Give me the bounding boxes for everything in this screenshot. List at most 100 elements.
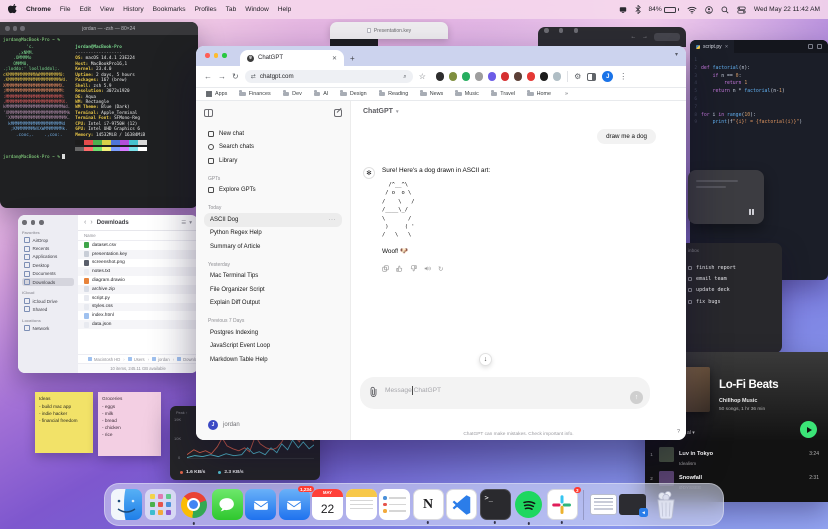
extension-icon[interactable] [527,72,536,81]
dock-calendar-icon[interactable]: MAY 22 [312,489,343,520]
chat-history-item[interactable]: Markdown Table Help [204,353,342,367]
chat-history-item[interactable]: Explain Diff Output [204,297,342,311]
compose-icon[interactable] [334,109,342,117]
menu-item[interactable]: Profiles [195,6,217,13]
dock-chrome-icon[interactable] [178,489,209,520]
editor-code-area[interactable]: 1 2def factorial(n): 3 if n == 0: 4 retu… [690,53,828,127]
dock-reminders-icon[interactable] [379,489,410,520]
finder-sidebar-item[interactable]: Desktop [22,261,74,269]
sort-dropdown[interactable]: al ▾ [687,430,695,436]
extension-icon[interactable] [501,72,510,81]
dock-spotify-icon[interactable] [513,489,544,520]
battery-indicator[interactable]: 84% [649,6,679,13]
finder-sidebar-item[interactable]: Shared [22,305,74,313]
nav-arrows-icon[interactable]: ← → [630,34,650,40]
bookmark-folder[interactable]: Reading [379,91,409,97]
sidebar-item-search-chats[interactable]: Search chats [204,141,342,155]
finder-sidebar-item[interactable]: Applications [22,253,74,261]
bookmarks-overflow[interactable]: » [565,91,568,97]
message-composer[interactable]: Message ChatGPT ↑ [360,377,650,409]
bluetooth-icon[interactable] [635,5,641,14]
search-icon[interactable]: ⌕ [403,73,406,81]
todo-window[interactable]: inbox finish reportemail teamupdate deck… [680,243,782,353]
terminal-titlebar[interactable]: jordan — -zsh — 80×24 [0,22,198,35]
apps-shortcut[interactable]: Apps [206,91,227,97]
bookmark-folder[interactable]: Music [455,91,479,97]
extension-icon[interactable] [488,72,497,81]
settings-gear-icon[interactable]: ⚙ [574,72,581,81]
chrome-window[interactable]: ✻ ChatGPT ✕ + ▾ ← → ↻ ⇄ chatgpt.com ⌕ ☆ … [196,46,686,440]
dock-slack-icon[interactable]: 3 [547,489,578,520]
sidebar-item-new-chat[interactable]: New chat [204,127,342,141]
menu-item[interactable]: Window [245,6,268,13]
thumbs-down-icon[interactable] [410,265,417,272]
finder-window[interactable]: Favorites AirDropRecentsApplicationsDesk… [18,215,198,373]
bookmark-folder[interactable]: Dev [283,91,302,97]
side-panel-icon[interactable] [587,73,596,81]
sidebar-item-library[interactable]: Library [204,154,342,168]
dock-vscode-icon[interactable] [446,489,477,520]
new-tab-button[interactable]: + [350,54,355,63]
forward-icon[interactable]: → [218,72,226,81]
site-info-icon[interactable]: ⇄ [251,73,256,80]
menu-item[interactable]: View [100,6,114,13]
wifi-icon[interactable] [687,6,697,14]
menu-item[interactable]: Bookmarks [153,6,186,13]
chat-history-item[interactable]: JavaScript Event Loop [204,340,342,354]
dock-notes-icon[interactable] [346,489,377,520]
thumbs-up-icon[interactable] [396,265,403,272]
chat-history-item[interactable]: Python Regex Help··· [204,227,342,241]
reload-icon[interactable]: ↻ [232,72,239,81]
bookmark-folder[interactable]: Design [340,91,366,97]
path-crumb[interactable]: Users [122,357,144,362]
dock-messages-icon[interactable] [212,489,243,520]
apple-menu-icon[interactable] [8,4,17,15]
dock-notion-icon[interactable]: N [413,489,444,520]
dock-trash-icon[interactable] [649,489,683,520]
keynote-window-titlebar[interactable]: Presentation.key [330,22,448,39]
path-crumb[interactable]: Macintosh HD [84,357,120,362]
chat-history-item[interactable]: Mac Terminal Tips [204,270,342,284]
menu-item[interactable]: File [60,6,71,13]
dock-terminal-icon[interactable]: >_ [480,489,511,520]
dock-finder-icon[interactable] [111,489,142,520]
read-aloud-icon[interactable] [424,265,431,272]
todo-item[interactable]: fix bugs [688,296,776,307]
sticky-note-groceries[interactable]: Groceries eggsmilkbreadchickenrice [98,392,161,456]
mini-player-widget[interactable] [688,170,764,224]
extension-icon[interactable] [553,72,562,81]
chat-history-item[interactable]: Postgres Indexing [204,326,342,340]
background-dark-window[interactable]: ← → [538,27,686,47]
bookmark-folder[interactable]: Home [527,91,551,97]
terminal-window[interactable]: jordan — -zsh — 80×24 jordan@MacBook-Pro… [0,22,198,208]
profile-avatar[interactable]: J [602,71,613,82]
address-bar[interactable]: ⇄ chatgpt.com ⌕ [245,70,413,83]
sidebar-user-row[interactable]: J jordan [204,417,342,433]
display-menu-icon[interactable] [619,6,627,14]
dock-launchpad-icon[interactable] [145,489,176,520]
finder-sidebar-item[interactable]: Recents [22,244,74,252]
extension-icon[interactable] [475,72,484,81]
menu-item[interactable]: Tab [226,6,237,13]
dock-mail-unread-icon[interactable]: 1,234 [279,489,310,520]
extension-icon[interactable] [436,72,445,81]
bookmark-folder[interactable]: News [420,91,443,97]
file-row[interactable]: diagram.drawio [78,276,198,285]
finder-sidebar-item[interactable]: Network [22,324,74,332]
path-crumb[interactable]: Downloads [172,357,198,362]
back-icon[interactable]: ← [204,72,212,81]
tab-search-icon[interactable]: ▾ [675,51,678,58]
file-row[interactable]: data.json [78,320,198,329]
scroll-to-bottom-button[interactable]: ↓ [479,353,492,366]
browser-tab-chatgpt[interactable]: ✻ ChatGPT ✕ [240,50,344,66]
back-icon[interactable]: ‹ [84,219,86,226]
menu-item[interactable]: Help [278,6,292,13]
address-pill[interactable] [654,33,680,41]
close-tab-icon[interactable]: ✕ [332,55,337,62]
menu-app-name[interactable]: Chrome [26,6,51,13]
url-text[interactable]: chatgpt.com [260,73,399,80]
extension-icon[interactable] [462,72,471,81]
pause-icon[interactable] [749,209,755,215]
file-row[interactable]: index.html [78,311,198,320]
menu-kebab-icon[interactable]: ⋮ [619,72,627,81]
